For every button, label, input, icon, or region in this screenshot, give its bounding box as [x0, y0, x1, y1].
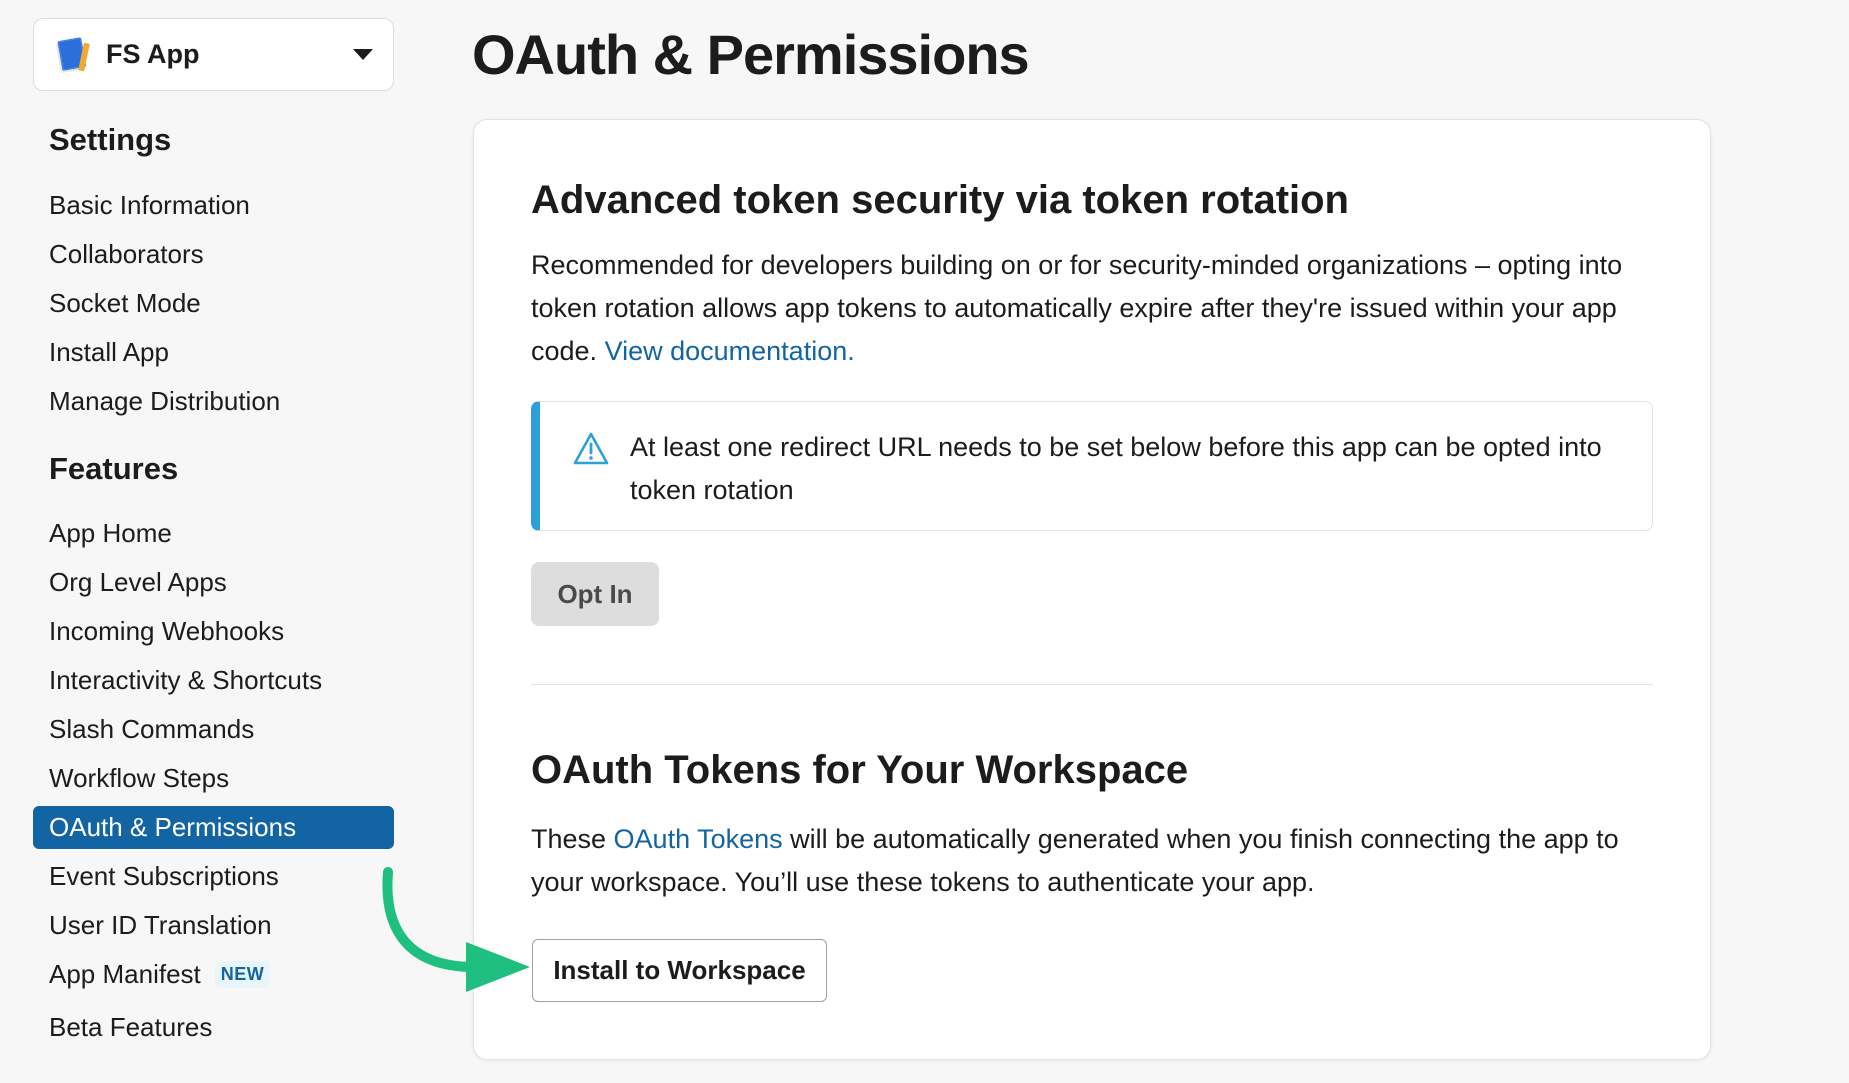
- sidebar-heading-features: Features: [49, 451, 179, 486]
- sidebar-item-user-id-translation[interactable]: User ID Translation: [33, 901, 394, 950]
- sidebar-heading-settings: Settings: [49, 122, 172, 157]
- section-divider: [531, 684, 1653, 685]
- app-notebook-icon: [52, 35, 92, 75]
- sidebar: FS App Settings Basic Information Collab…: [0, 0, 410, 1083]
- page-title: OAuth & Permissions: [472, 23, 1030, 86]
- sidebar-item-collaborators[interactable]: Collaborators: [33, 230, 394, 279]
- sidebar-item-label: Slash Commands: [49, 714, 255, 744]
- sidebar-item-interactivity-shortcuts[interactable]: Interactivity & Shortcuts: [33, 656, 394, 705]
- sidebar-item-label: Workflow Steps: [49, 763, 230, 793]
- warning-callout: At least one redirect URL needs to be se…: [531, 401, 1653, 531]
- sidebar-item-label: OAuth & Permissions: [49, 812, 297, 842]
- sidebar-item-oauth-permissions[interactable]: OAuth & Permissions: [33, 806, 394, 849]
- sidebar-item-label: Collaborators: [49, 239, 204, 269]
- sidebar-item-label: Interactivity & Shortcuts: [49, 665, 323, 695]
- sidebar-features-list: App Home Org Level Apps Incoming Webhook…: [33, 509, 394, 1056]
- sidebar-item-org-level-apps[interactable]: Org Level Apps: [33, 558, 394, 607]
- sidebar-item-label: Manage Distribution: [49, 386, 281, 416]
- sidebar-item-event-subscriptions[interactable]: Event Subscriptions: [33, 852, 394, 901]
- app-selector[interactable]: FS App: [33, 18, 394, 91]
- sidebar-item-label: Beta Features: [49, 1012, 213, 1042]
- view-documentation-link[interactable]: View documentation.: [605, 336, 855, 366]
- sidebar-item-label: Socket Mode: [49, 288, 201, 318]
- sidebar-item-label: Basic Information: [49, 190, 250, 220]
- oauth-tokens-text: These: [531, 824, 614, 854]
- sidebar-item-slash-commands[interactable]: Slash Commands: [33, 705, 394, 754]
- sidebar-item-workflow-steps[interactable]: Workflow Steps: [33, 754, 394, 803]
- sidebar-item-beta-features[interactable]: Beta Features: [33, 999, 394, 1056]
- chevron-down-icon[interactable]: [353, 49, 373, 60]
- warning-icon: [572, 430, 610, 468]
- sidebar-item-label: Org Level Apps: [49, 567, 227, 597]
- sidebar-item-install-app[interactable]: Install App: [33, 328, 394, 377]
- sidebar-item-app-home[interactable]: App Home: [33, 509, 394, 558]
- page: FS App Settings Basic Information Collab…: [0, 0, 1849, 1083]
- sidebar-item-label: App Manifest: [49, 959, 201, 989]
- oauth-tokens-title: OAuth Tokens for Your Workspace: [531, 748, 1189, 792]
- new-badge: NEW: [214, 961, 271, 988]
- sidebar-item-incoming-webhooks[interactable]: Incoming Webhooks: [33, 607, 394, 656]
- app-name: FS App: [106, 39, 200, 69]
- install-to-workspace-button[interactable]: Install to Workspace: [532, 939, 827, 1002]
- settings-card: Advanced token security via token rotati…: [473, 119, 1711, 1060]
- sidebar-item-manage-distribution[interactable]: Manage Distribution: [33, 377, 394, 426]
- sidebar-item-label: Incoming Webhooks: [49, 616, 285, 646]
- sidebar-item-socket-mode[interactable]: Socket Mode: [33, 279, 394, 328]
- sidebar-item-basic-information[interactable]: Basic Information: [33, 181, 394, 230]
- warning-text: At least one redirect URL needs to be se…: [630, 432, 1602, 505]
- opt-in-button[interactable]: Opt In: [531, 562, 659, 626]
- sidebar-item-label: App Home: [49, 518, 172, 548]
- sidebar-settings-list: Basic Information Collaborators Socket M…: [33, 181, 394, 426]
- oauth-tokens-link[interactable]: OAuth Tokens: [614, 824, 783, 854]
- token-rotation-description: Recommended for developers building on o…: [531, 244, 1671, 373]
- sidebar-item-label: Event Subscriptions: [49, 861, 279, 891]
- oauth-tokens-description: These OAuth Tokens will be automatically…: [531, 818, 1671, 904]
- sidebar-item-label: User ID Translation: [49, 910, 272, 940]
- sidebar-item-app-manifest[interactable]: App Manifest NEW: [33, 950, 394, 999]
- token-rotation-title: Advanced token security via token rotati…: [531, 178, 1349, 222]
- sidebar-item-label: Install App: [49, 337, 169, 367]
